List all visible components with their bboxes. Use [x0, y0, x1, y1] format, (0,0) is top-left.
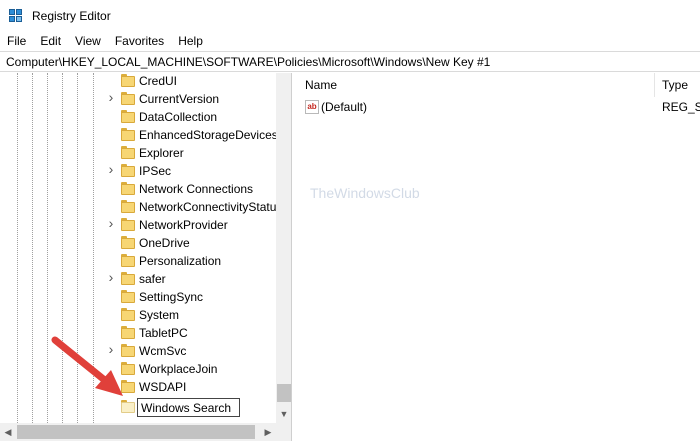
tree-item[interactable]: EnhancedStorageDevices	[0, 126, 278, 144]
folder-icon	[121, 362, 135, 375]
folder-icon	[121, 380, 135, 393]
folder-icon	[121, 400, 135, 413]
string-value-icon: ab	[305, 100, 319, 114]
tree-item[interactable]: Explorer	[0, 144, 276, 162]
folder-icon	[121, 344, 135, 357]
tree-item[interactable]: NetworkConnectivityStatu	[0, 198, 276, 216]
tree-item-label: OneDrive	[139, 236, 190, 250]
tree-item-label: WSDAPI	[139, 380, 187, 394]
address-input[interactable]	[2, 53, 698, 71]
tree-item-label: CredUI	[139, 74, 178, 88]
rename-key-input[interactable]	[137, 398, 240, 417]
title-bar: Registry Editor	[0, 0, 700, 31]
tree-item-label: System	[139, 308, 180, 322]
value-row[interactable]: ab (Default) REG_SZ	[297, 98, 700, 116]
folder-icon	[121, 146, 135, 159]
tree-item-label: Network Connections	[139, 182, 254, 196]
window-title: Registry Editor	[32, 8, 111, 23]
tree-item-label: Explorer	[139, 146, 184, 160]
menu-bar: File Edit View Favorites Help	[0, 31, 700, 51]
expand-chevron-icon[interactable]: ›	[106, 342, 116, 356]
tree-item-label: CurrentVersion	[139, 92, 220, 106]
values-list: Name Type ab (Default) REG_SZ	[297, 73, 700, 441]
tree-item-label: SettingSync	[139, 290, 204, 304]
scroll-corner	[276, 423, 291, 441]
tree-item[interactable]: › CurrentVersion	[0, 90, 276, 108]
folder-icon	[121, 326, 135, 339]
tree-item[interactable]: › safer	[0, 270, 276, 288]
tree-item-label: EnhancedStorageDevices	[139, 128, 278, 142]
tree-item[interactable]: OneDrive	[0, 234, 276, 252]
tree-item[interactable]: DataCollection	[0, 108, 276, 126]
column-header-type[interactable]: Type	[654, 73, 688, 97]
folder-icon	[121, 254, 135, 267]
menu-help[interactable]: Help	[171, 31, 210, 51]
tree-item[interactable]: WSDAPI	[0, 378, 276, 396]
tree-item-label: WorkplaceJoin	[139, 362, 218, 376]
tree-vertical-scrollbar[interactable]: ▼	[276, 73, 291, 423]
folder-icon	[121, 128, 135, 141]
registry-editor-icon	[8, 8, 24, 24]
folder-icon	[121, 110, 135, 123]
menu-view[interactable]: View	[68, 31, 108, 51]
menu-edit[interactable]: Edit	[33, 31, 68, 51]
tree-item[interactable]: › WcmSvc	[0, 342, 276, 360]
tree-item[interactable]: SettingSync	[0, 288, 276, 306]
registry-tree: CredUI › CurrentVersion DataCollection Enhan…	[0, 73, 292, 441]
watermark: TheWindowsClub	[310, 185, 420, 201]
folder-icon	[121, 182, 135, 195]
address-bar	[0, 51, 700, 72]
value-type: REG_SZ	[662, 100, 700, 114]
tree-item[interactable]: › IPSec	[0, 162, 276, 180]
expand-chevron-icon[interactable]: ›	[106, 162, 116, 176]
scroll-down-arrow-icon[interactable]: ▼	[276, 406, 291, 422]
expand-chevron-icon[interactable]: ›	[106, 90, 116, 104]
tree-item-label: DataCollection	[139, 110, 218, 124]
menu-file[interactable]: File	[0, 31, 33, 51]
folder-icon	[121, 272, 135, 285]
expand-chevron-icon[interactable]: ›	[106, 270, 116, 284]
tree-item[interactable]: Network Connections	[0, 180, 276, 198]
tree-item-label: NetworkProvider	[139, 218, 228, 232]
scroll-left-arrow-icon[interactable]: ◀	[0, 424, 16, 440]
tree-item-label: IPSec	[139, 164, 172, 178]
column-header-name[interactable]: Name	[297, 73, 337, 97]
folder-icon	[121, 290, 135, 303]
tree-item-label: Personalization	[139, 254, 222, 268]
tree-item[interactable]: WorkplaceJoin	[0, 360, 276, 378]
tree-item[interactable]: Personalization	[0, 252, 276, 270]
folder-icon	[121, 164, 135, 177]
folder-icon	[121, 74, 135, 87]
tree-item-label: safer	[139, 272, 166, 286]
tree-item[interactable]: System	[0, 306, 276, 324]
tree-item[interactable]: › NetworkProvider	[0, 216, 276, 234]
folder-icon	[121, 236, 135, 249]
tree-item[interactable]: CredUI	[0, 73, 276, 90]
tree-item[interactable]: TabletPC	[0, 324, 276, 342]
scrollbar-thumb[interactable]	[277, 384, 291, 402]
tree-item-label: WcmSvc	[139, 344, 187, 358]
scroll-right-arrow-icon[interactable]: ▶	[260, 424, 276, 440]
tree-item-label: NetworkConnectivityStatu	[139, 200, 277, 214]
tree-item-label: TabletPC	[139, 326, 188, 340]
folder-icon	[121, 200, 135, 213]
value-name: (Default)	[321, 100, 368, 114]
folder-icon	[121, 92, 135, 105]
folder-icon	[121, 218, 135, 231]
folder-icon	[121, 308, 135, 321]
scrollbar-thumb[interactable]	[17, 425, 255, 439]
menu-favorites[interactable]: Favorites	[108, 31, 171, 51]
tree-horizontal-scrollbar[interactable]: ◀ ▶	[0, 423, 276, 441]
expand-chevron-icon[interactable]: ›	[106, 216, 116, 230]
